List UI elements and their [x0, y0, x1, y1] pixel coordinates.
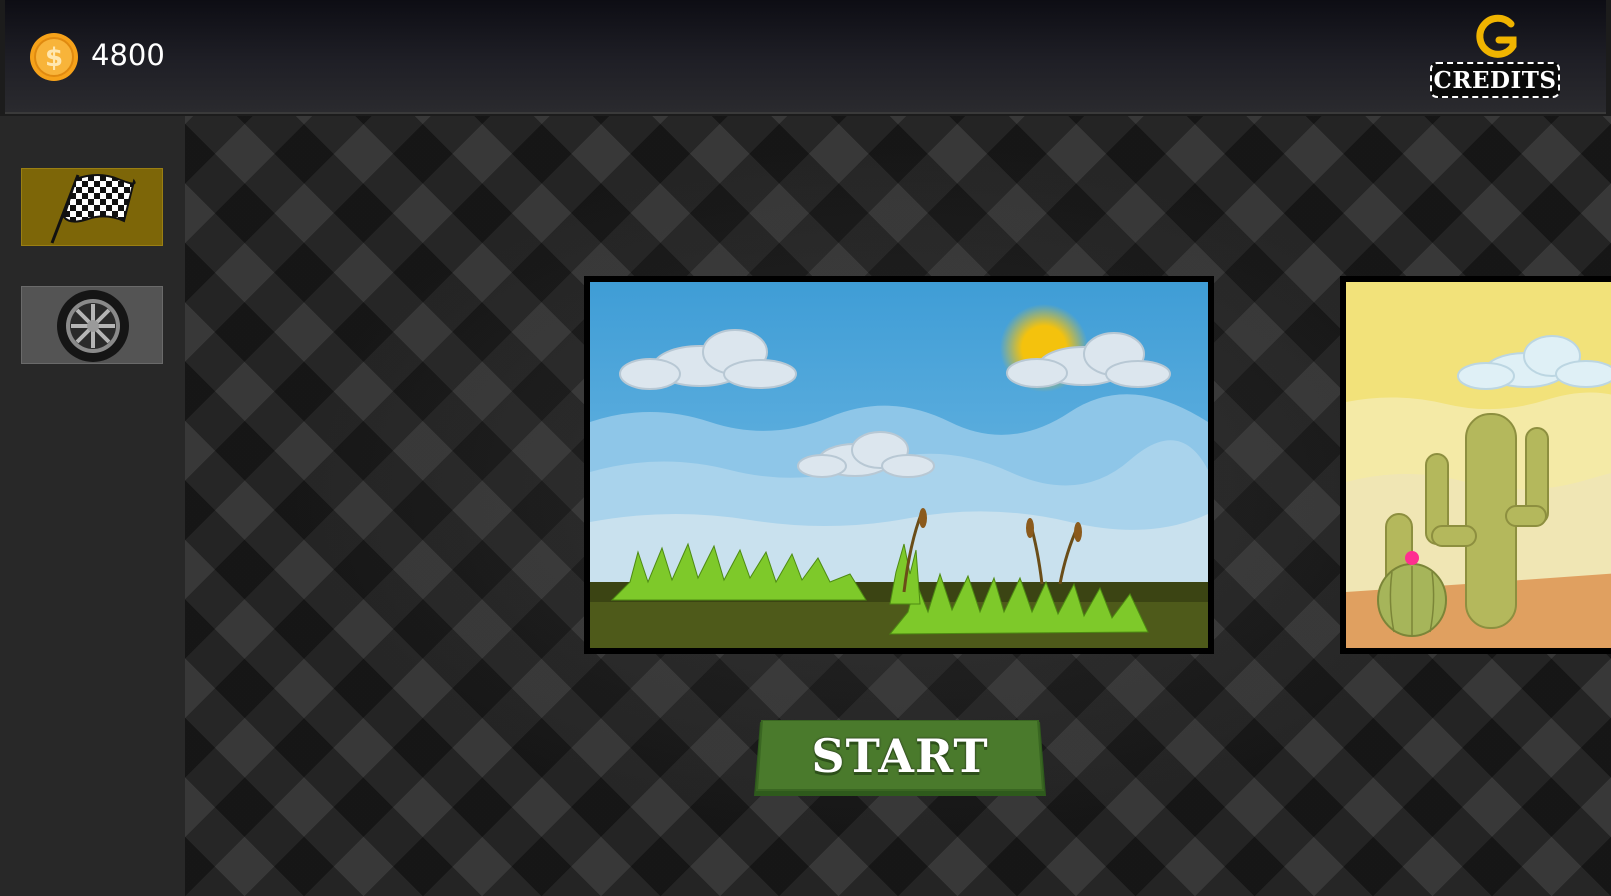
desert-level-thumbnail [1346, 282, 1611, 648]
g-logo-icon [1476, 14, 1517, 58]
checkered-flag-icon [50, 174, 136, 244]
sidebar-item-levels[interactable] [21, 168, 163, 246]
level-card-forest[interactable] [584, 276, 1214, 654]
sidebar-item-garage[interactable] [21, 286, 163, 364]
dollar-coin-icon: $ [30, 33, 78, 81]
coin-balance: 4800 [91, 38, 165, 72]
credits-button[interactable]: CREDITS [1425, 12, 1569, 104]
wheel-icon [57, 290, 129, 362]
credits-label: CREDITS [1430, 62, 1560, 98]
forest-level-thumbnail [590, 282, 1208, 648]
start-button[interactable]: START [752, 720, 1048, 800]
svg-text:$: $ [45, 43, 63, 73]
top-bar: $ 4800 CREDITS [5, 0, 1606, 114]
level-card-desert[interactable] [1340, 276, 1611, 654]
start-label: START [811, 729, 989, 783]
